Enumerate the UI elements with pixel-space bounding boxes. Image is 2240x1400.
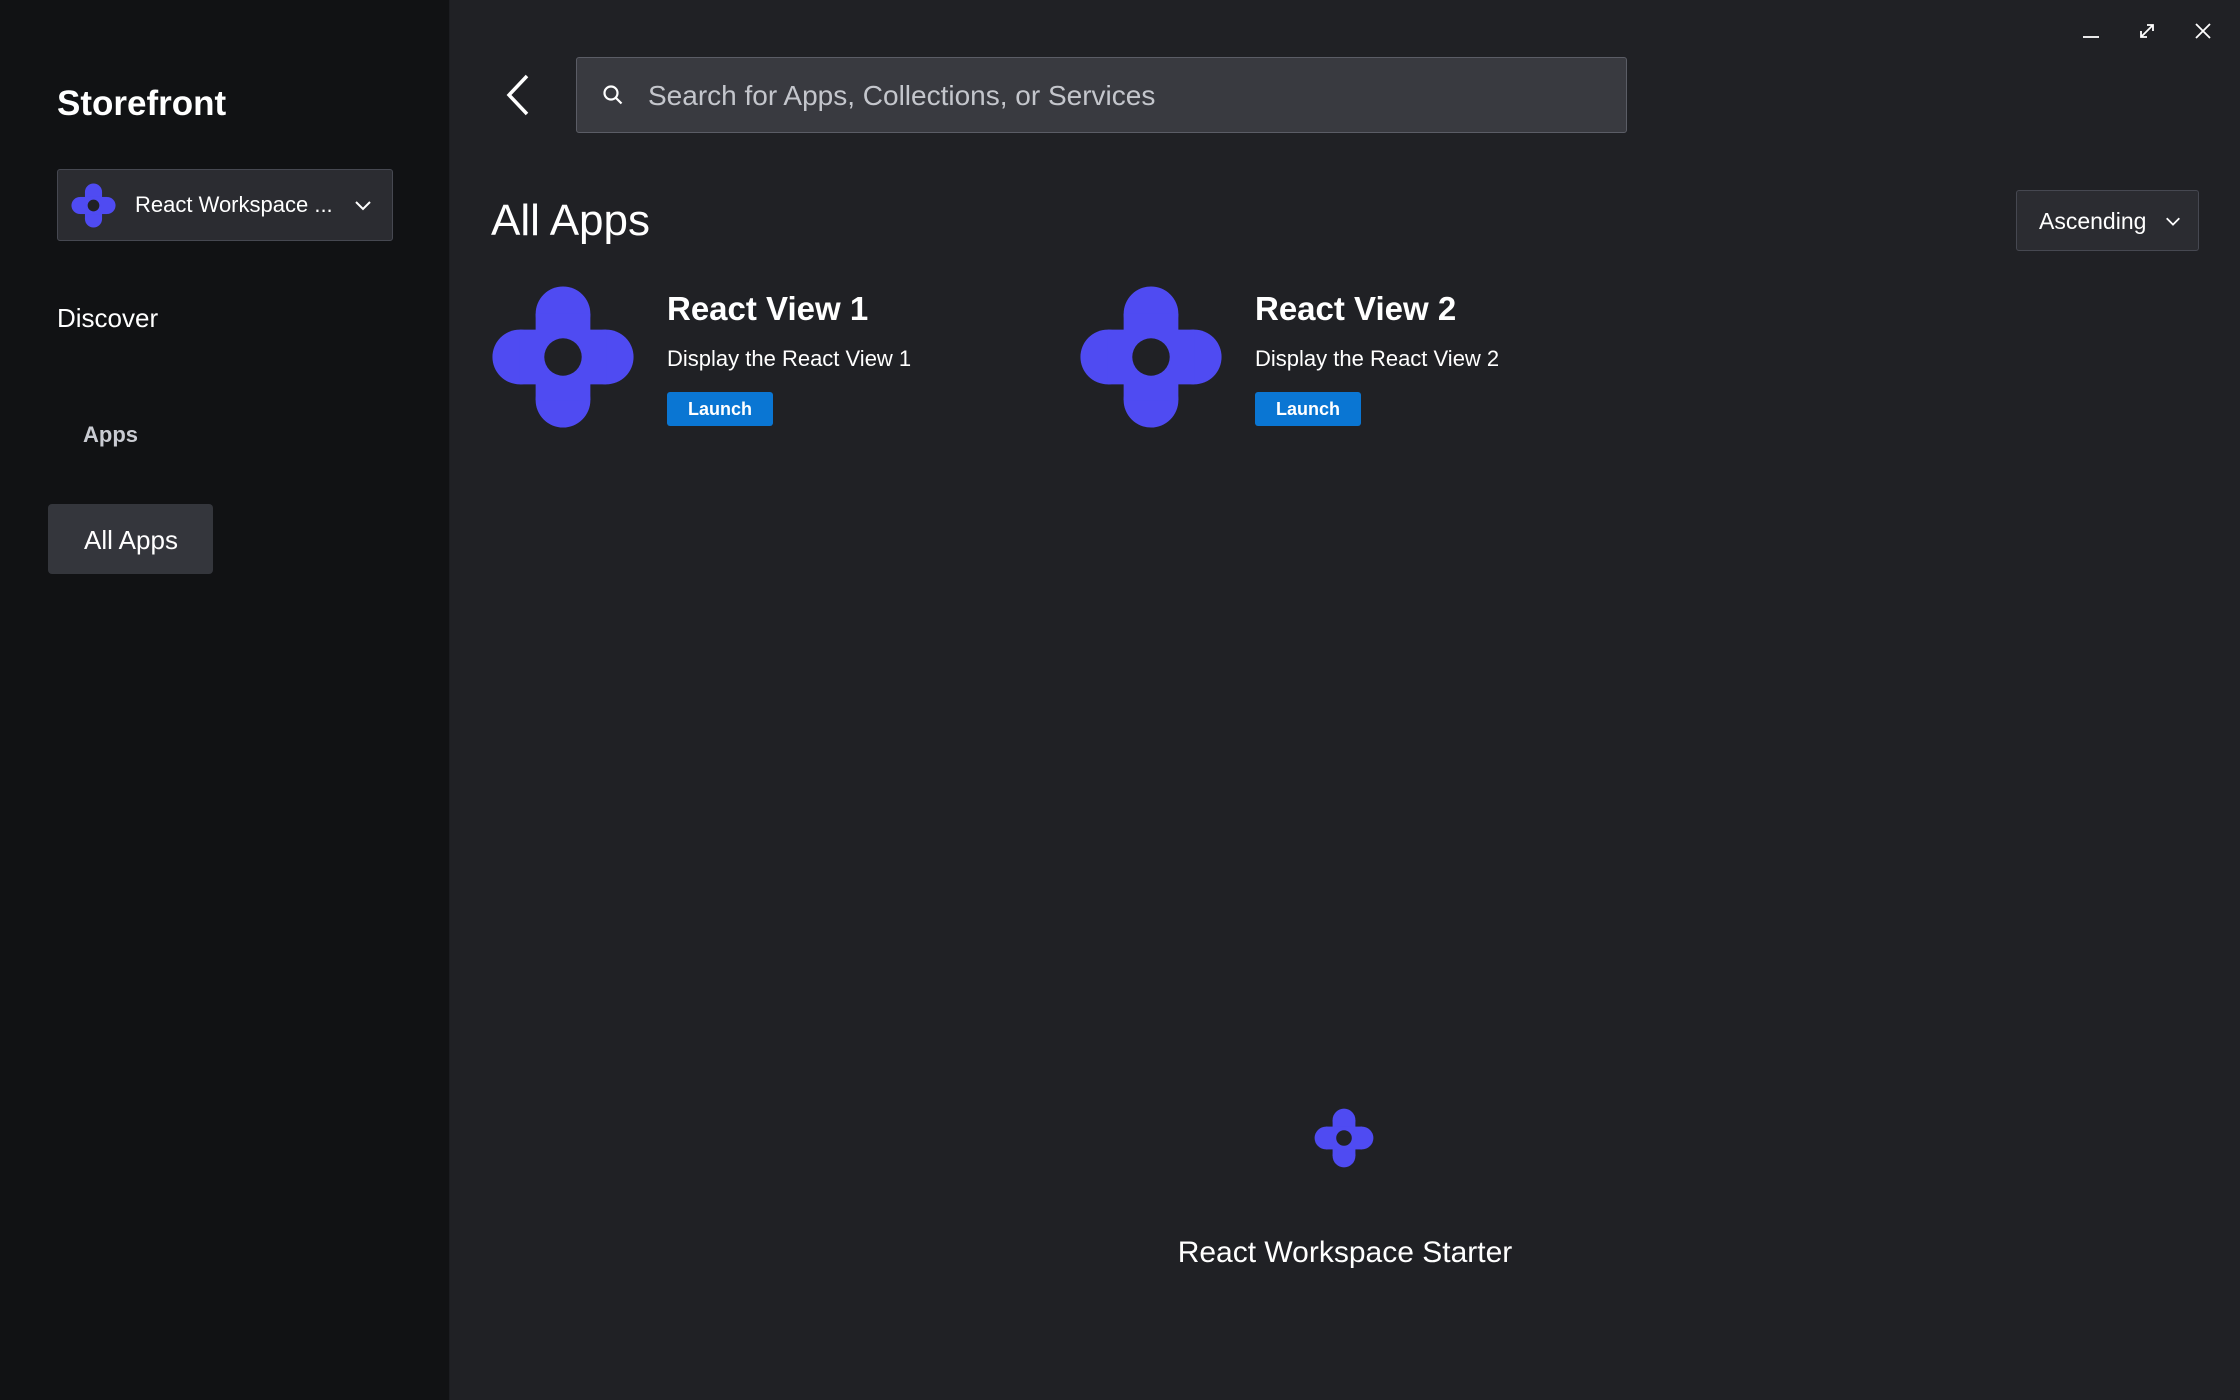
workspace-logo-icon [491, 285, 635, 429]
storefront-window: Storefront React Workspace ... Discover … [0, 0, 2240, 1400]
app-title: Storefront [57, 84, 227, 123]
sidebar-item-discover[interactable]: Discover [57, 303, 158, 334]
workspace-selector-label: React Workspace ... [135, 192, 333, 217]
chevron-left-icon[interactable] [495, 70, 541, 120]
chevron-down-icon [355, 201, 371, 211]
app-name: React View 1 [667, 290, 869, 327]
footer-title: React Workspace Starter [1177, 1236, 1513, 1269]
workspace-logo-icon [1314, 1108, 1374, 1168]
sidebar-section-apps: Apps [83, 422, 138, 447]
window-controls [2074, 14, 2220, 48]
workspace-logo-icon [1079, 285, 1223, 429]
workspace-logo-icon [71, 183, 116, 228]
page-title: All Apps [491, 196, 650, 245]
close-icon[interactable] [2186, 14, 2220, 48]
sort-dropdown-label: Ascending [2039, 208, 2147, 234]
minimize-icon[interactable] [2074, 14, 2108, 48]
workspace-selector[interactable]: React Workspace ... [57, 169, 393, 241]
app-card: React View 1 Display the React View 1 La… [491, 285, 1051, 430]
sort-dropdown[interactable]: Ascending [2016, 190, 2199, 251]
app-description: Display the React View 2 [1255, 346, 1500, 371]
search-bar[interactable] [576, 57, 1627, 133]
launch-button[interactable]: Launch [667, 392, 773, 426]
search-icon [603, 85, 623, 105]
chevron-down-icon [2166, 217, 2180, 226]
maximize-icon[interactable] [2130, 14, 2164, 48]
app-name: React View 2 [1255, 290, 1457, 327]
launch-button[interactable]: Launch [1255, 392, 1361, 426]
sidebar: Storefront React Workspace ... Discover … [0, 0, 450, 1400]
app-card: React View 2 Display the React View 2 La… [1079, 285, 1639, 430]
sidebar-item-all-apps[interactable]: All Apps [48, 504, 213, 574]
app-description: Display the React View 1 [667, 346, 912, 371]
search-input[interactable] [646, 72, 1610, 120]
